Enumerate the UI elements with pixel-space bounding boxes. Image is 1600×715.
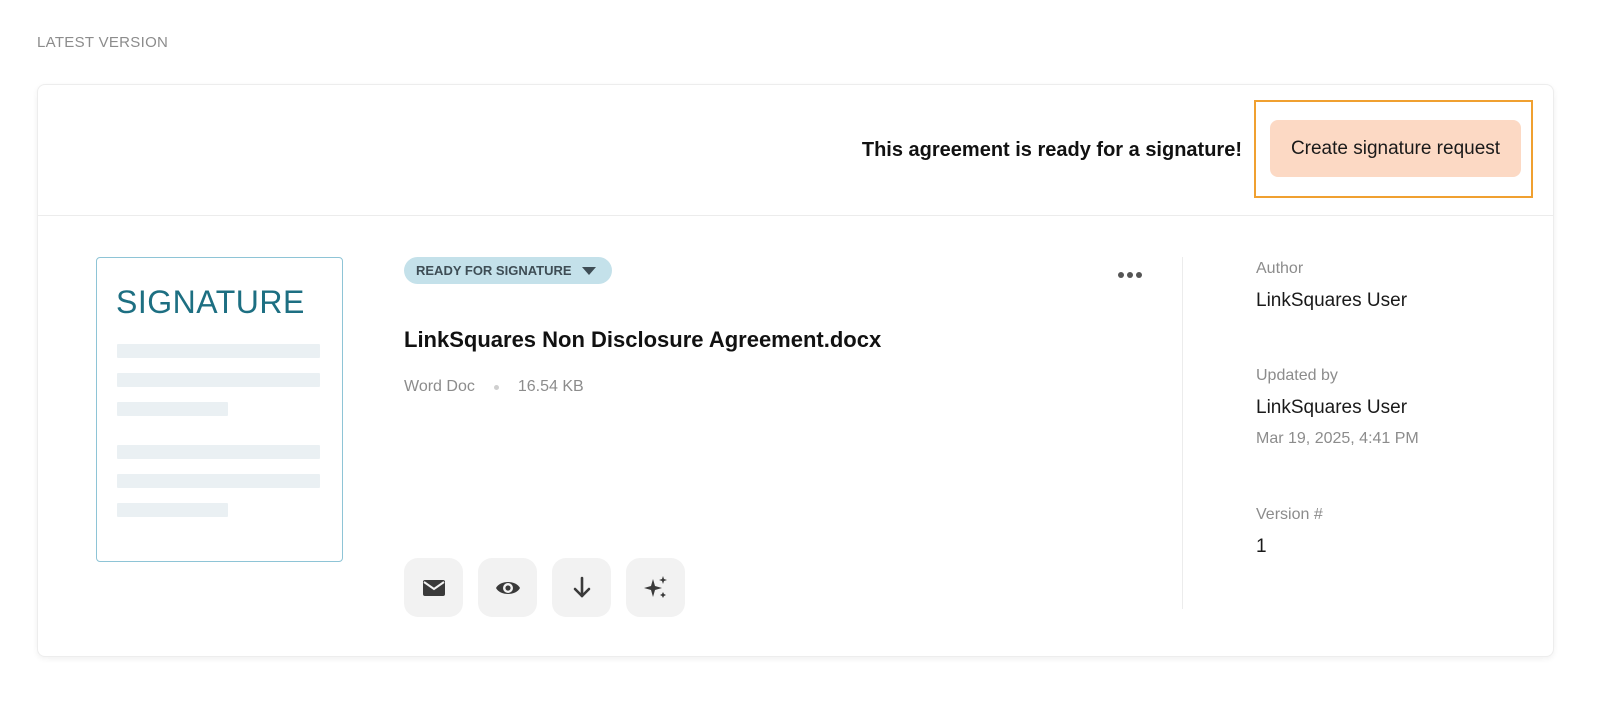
action-buttons	[404, 558, 685, 617]
thumbnail-line	[117, 445, 320, 459]
signature-banner: This agreement is ready for a signature!…	[38, 85, 1553, 216]
more-dot	[1136, 272, 1142, 278]
updated-by-label: Updated by	[1256, 367, 1338, 384]
ai-assist-button[interactable]	[626, 558, 685, 617]
document-title: LinkSquares Non Disclosure Agreement.doc…	[404, 327, 882, 352]
document-meta: Word Doc 16.54 KB	[404, 378, 584, 396]
author-value: LinkSquares User	[1256, 290, 1408, 311]
version-label: Version #	[1256, 506, 1323, 523]
download-arrow-icon	[573, 576, 590, 597]
author-label: Author	[1256, 260, 1304, 277]
envelope-icon	[422, 579, 445, 596]
caret-down-icon	[581, 266, 596, 275]
thumbnail-line	[117, 402, 228, 416]
thumbnail-line	[117, 344, 320, 358]
more-dot	[1118, 272, 1124, 278]
document-thumbnail[interactable]: SIGNATURE	[96, 257, 343, 562]
file-size: 16.54 KB	[517, 378, 584, 395]
version-value: 1	[1256, 536, 1267, 557]
thumbnail-line	[117, 503, 228, 517]
sparkles-icon	[643, 575, 667, 598]
create-signature-request-button[interactable]: Create signature request	[1270, 120, 1521, 177]
ready-message: This agreement is ready for a signature!	[861, 139, 1242, 161]
download-button[interactable]	[552, 558, 611, 617]
thumbnail-line	[117, 474, 320, 488]
status-dropdown[interactable]: READY FOR SIGNATURE	[404, 257, 612, 284]
thumbnail-title: SIGNATURE	[116, 284, 305, 320]
separator-dot	[493, 384, 499, 390]
more-dot	[1127, 272, 1133, 278]
latest-version-card: This agreement is ready for a signature!…	[37, 84, 1554, 657]
vertical-divider	[1182, 257, 1183, 609]
preview-button[interactable]	[478, 558, 537, 617]
thumbnail-line	[117, 373, 320, 387]
updated-by-value: LinkSquares User	[1256, 397, 1408, 418]
email-button[interactable]	[404, 558, 463, 617]
status-label: READY FOR SIGNATURE	[416, 263, 572, 278]
updated-at: Mar 19, 2025, 4:41 PM	[1256, 430, 1419, 447]
section-label: LATEST VERSION	[37, 34, 169, 51]
eye-icon	[495, 581, 520, 594]
more-options-button[interactable]	[1116, 267, 1144, 283]
file-type: Word Doc	[404, 378, 475, 395]
